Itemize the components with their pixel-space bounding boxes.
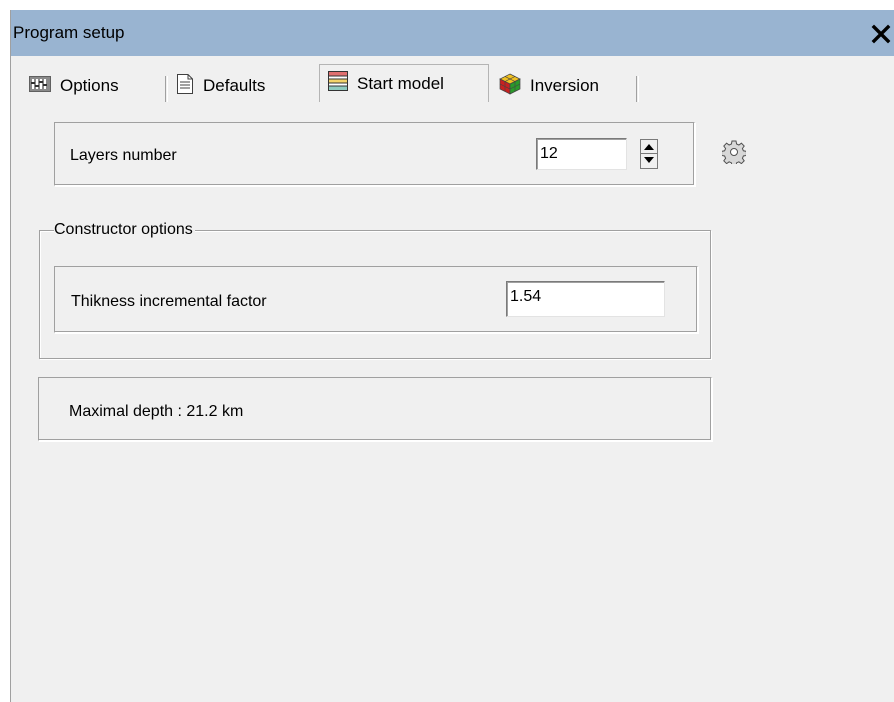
tab-options-label: Options: [60, 76, 119, 95]
thickness-factor-value: 1.54: [510, 288, 542, 305]
document-icon: [176, 73, 194, 100]
gear-icon[interactable]: [721, 140, 747, 168]
tab-inversion-label: Inversion: [530, 76, 599, 95]
tab-start-model-label: Start model: [357, 73, 444, 93]
cube-icon: [499, 73, 521, 100]
title-bar: Program setup: [11, 10, 894, 56]
layers-number-input[interactable]: 12: [536, 138, 627, 170]
tab-options[interactable]: Options: [21, 70, 168, 102]
tab-separator: [636, 76, 639, 102]
tab-strip: Options Defaults Start model Inversion: [11, 58, 894, 112]
maximal-depth-panel: Maximal depth : 21.2 km: [38, 377, 712, 441]
spin-down-arrow-icon[interactable]: [641, 154, 657, 168]
window-title: Program setup: [13, 23, 125, 42]
constructor-options-group: Constructor options Thikness incremental…: [39, 221, 711, 359]
equalizer-icon: [29, 75, 51, 97]
close-icon[interactable]: [869, 18, 893, 48]
thickness-factor-panel: Thikness incremental factor 1.54: [54, 266, 698, 333]
tab-inversion[interactable]: Inversion: [491, 70, 639, 102]
layers-number-value: 12: [540, 145, 558, 162]
tab-defaults[interactable]: Defaults: [168, 70, 315, 102]
tab-start-model[interactable]: Start model: [319, 64, 489, 102]
spin-up-arrow-icon[interactable]: [641, 140, 657, 154]
thickness-factor-input[interactable]: 1.54: [506, 281, 665, 317]
tab-defaults-label: Defaults: [203, 76, 266, 95]
program-setup-window: Program setup Options Defaults Start mod…: [10, 10, 894, 702]
maximal-depth-label: Maximal depth : 21.2 km: [69, 403, 244, 420]
constructor-options-caption: Constructor options: [54, 221, 195, 239]
layers-number-label: Layers number: [70, 147, 177, 164]
layers-table-icon: [328, 71, 348, 96]
layers-number-panel: Layers number 12: [54, 122, 695, 186]
thickness-factor-label: Thikness incremental factor: [71, 293, 267, 310]
layers-number-spinner[interactable]: [640, 139, 658, 169]
